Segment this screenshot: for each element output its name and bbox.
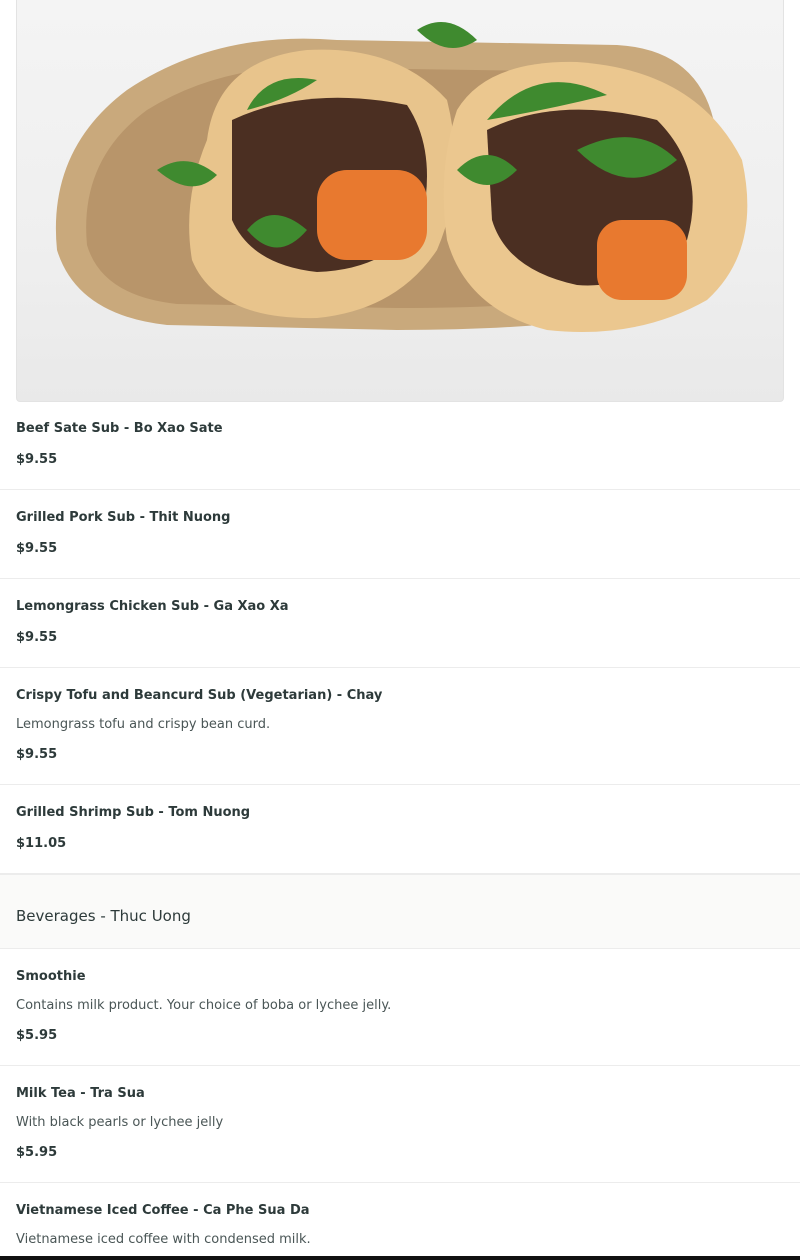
item-price: $9.55 — [16, 541, 58, 556]
item-name: Grilled Shrimp Sub - Tom Nuong — [16, 805, 251, 820]
item-name: Beef Sate Sub - Bo Xao Sate — [16, 421, 223, 436]
item-name: Smoothie — [16, 969, 86, 984]
item-description: Contains milk product. Your choice of bo… — [16, 998, 392, 1013]
item-price: $9.55 — [16, 452, 58, 467]
item-price: $9.55 — [16, 747, 58, 762]
menu-item[interactable]: Smoothie Contains milk product. Your cho… — [0, 949, 800, 1066]
menu-item[interactable]: Lemongrass Chicken Sub - Ga Xao Xa $9.55 — [0, 579, 800, 668]
menu-item[interactable]: Grilled Pork Sub - Thit Nuong $9.55 — [0, 490, 800, 579]
item-price: $5.95 — [16, 1145, 58, 1160]
section-title: Beverages - Thuc Uong — [16, 907, 191, 925]
section-header: Beverages - Thuc Uong — [0, 874, 800, 949]
item-description: Lemongrass tofu and crispy bean curd. — [16, 717, 271, 732]
menu-item[interactable]: Vietnamese Iced Coffee - Ca Phe Sua Da V… — [0, 1183, 800, 1260]
item-name: Milk Tea - Tra Sua — [16, 1086, 145, 1101]
menu-page: Beef Sate Sub - Bo Xao Sate $9.55 Grille… — [0, 0, 800, 1260]
item-name: Crispy Tofu and Beancurd Sub (Vegetarian… — [16, 688, 383, 703]
menu-item[interactable]: Crispy Tofu and Beancurd Sub (Vegetarian… — [0, 668, 800, 785]
hero-image — [16, 0, 784, 402]
item-name: Vietnamese Iced Coffee - Ca Phe Sua Da — [16, 1203, 310, 1218]
item-description: With black pearls or lychee jelly — [16, 1115, 224, 1130]
item-description: Vietnamese iced coffee with condensed mi… — [16, 1232, 311, 1247]
menu-item[interactable]: Beef Sate Sub - Bo Xao Sate $9.55 — [0, 402, 800, 490]
item-name: Lemongrass Chicken Sub - Ga Xao Xa — [16, 599, 289, 614]
item-price: $9.55 — [16, 630, 58, 645]
item-name: Grilled Pork Sub - Thit Nuong — [16, 510, 231, 525]
menu-item[interactable]: Milk Tea - Tra Sua With black pearls or … — [0, 1066, 800, 1183]
sandwich-illustration — [55, 22, 748, 333]
item-price: $5.95 — [16, 1028, 58, 1043]
menu-item[interactable]: Grilled Shrimp Sub - Tom Nuong $11.05 — [0, 785, 800, 874]
bottom-bar — [0, 1256, 800, 1260]
item-price: $11.05 — [16, 836, 67, 851]
